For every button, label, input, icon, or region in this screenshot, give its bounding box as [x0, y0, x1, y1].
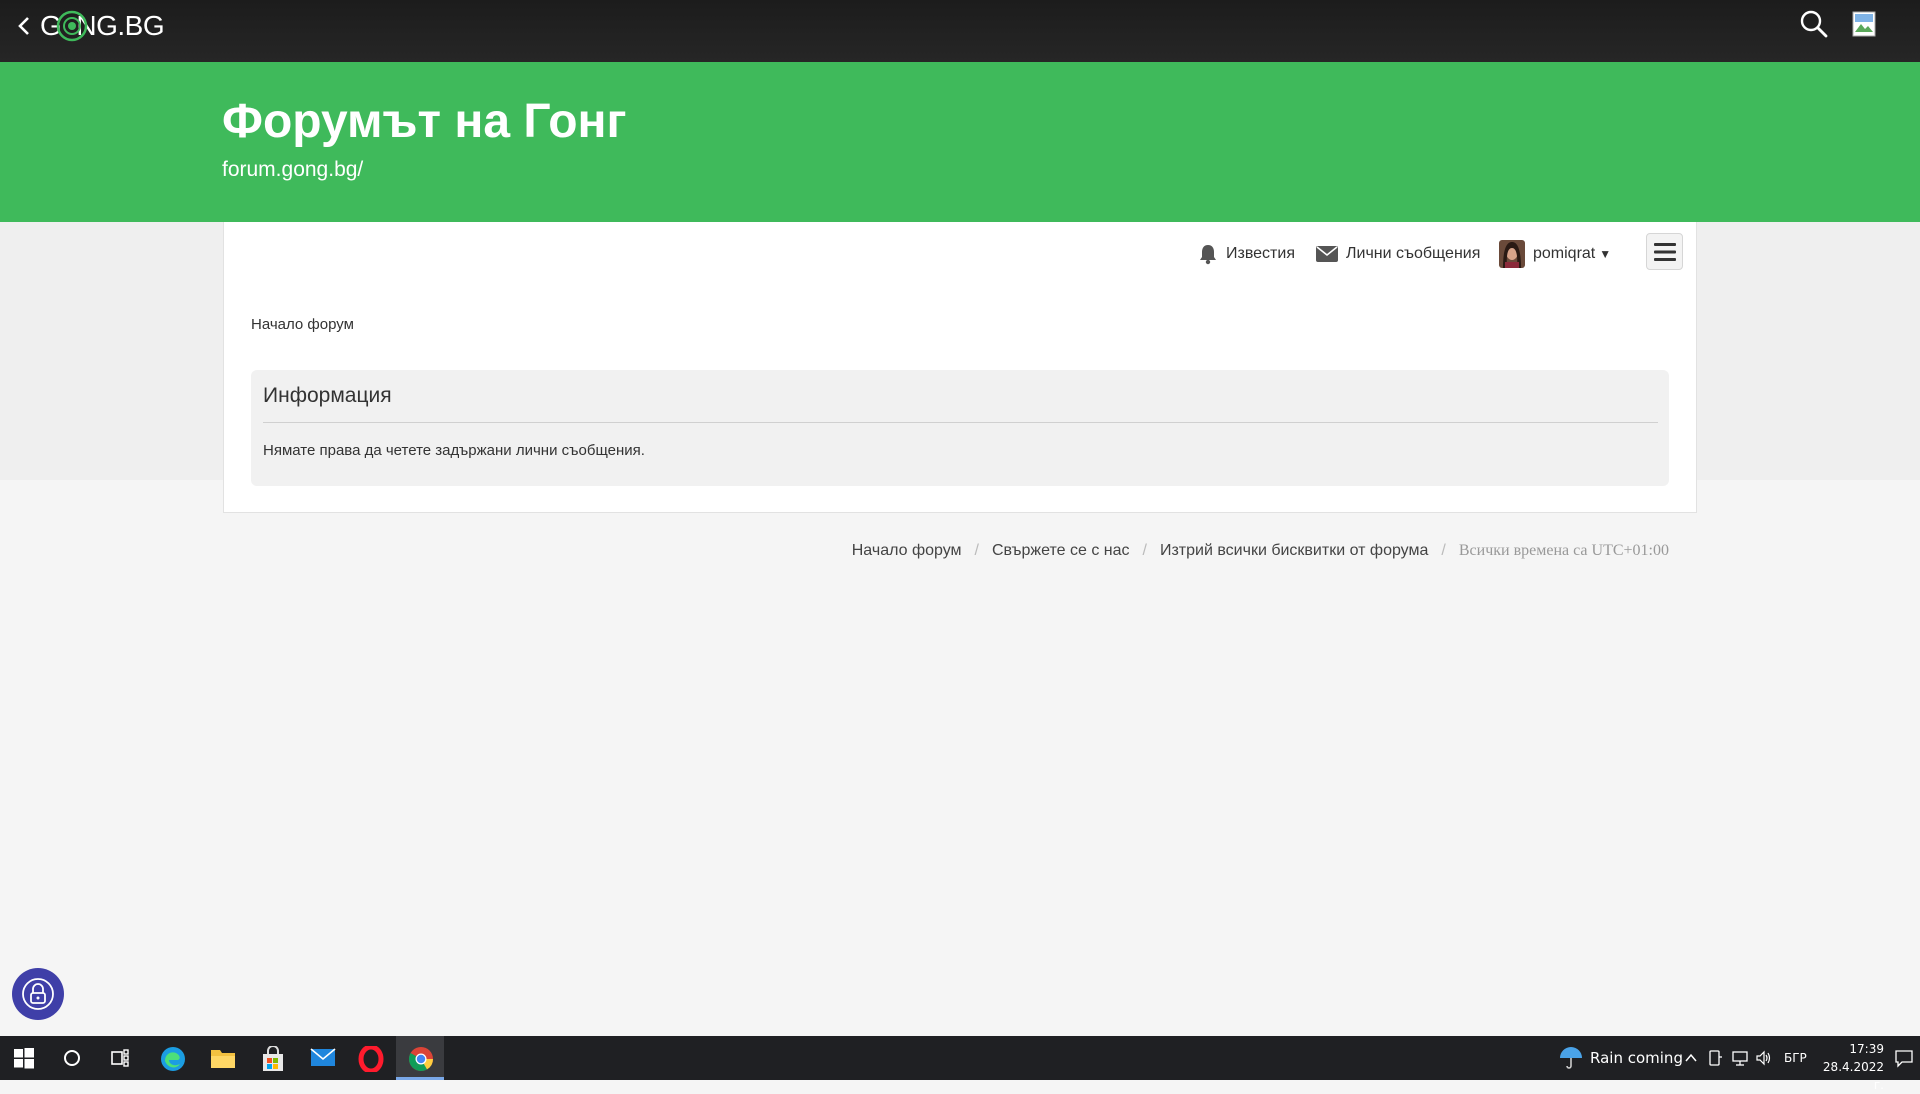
notifications-link[interactable]: Известия: [1198, 240, 1295, 268]
information-box: Информация Нямате права да четете задърж…: [251, 370, 1669, 486]
caret-down-icon: ▼: [1599, 247, 1612, 261]
broken-image-icon[interactable]: [1852, 11, 1876, 37]
store-bag-icon: [263, 1046, 283, 1071]
task-view-icon: [111, 1049, 129, 1067]
bell-icon: [1200, 245, 1216, 265]
gong-logo[interactable]: G oNG.BG: [40, 6, 165, 46]
start-button[interactable]: [0, 1036, 48, 1080]
information-divider: [263, 422, 1658, 423]
clock-time: 17:39: [1849, 1042, 1884, 1056]
opera-taskbar-button[interactable]: [346, 1036, 394, 1080]
forum-title[interactable]: Форумът на Гонг: [222, 94, 627, 150]
privacy-lock-button[interactable]: [12, 968, 64, 1020]
user-avatar: [1499, 240, 1525, 268]
mail-icon: [310, 1048, 336, 1066]
logo-suffix: NG.BG: [76, 10, 165, 41]
hamburger-icon: [1654, 243, 1676, 261]
footer-link-delete-cookies[interactable]: Изтрий всички бисквитки от форума: [1160, 542, 1428, 560]
device-icon[interactable]: [1707, 1049, 1723, 1067]
username-label: pomiqrat: [1533, 245, 1596, 262]
clock-date: 28.4.2022 г.: [1822, 1060, 1884, 1092]
windows-logo-icon: [14, 1048, 34, 1069]
information-message: Нямате права да четете задържани лични с…: [263, 442, 645, 459]
main-panel: Известия Лични съобщения pomiqrat ▼ Нача…: [223, 222, 1697, 513]
notifications-label: Известия: [1226, 245, 1295, 262]
file-explorer-button[interactable]: [198, 1036, 246, 1080]
cortana-circle-icon: [64, 1050, 80, 1066]
user-nav: Известия Лични съобщения pomiqrat ▼: [222, 222, 1696, 284]
logo-ring-icon: [57, 10, 88, 42]
system-clock[interactable]: 17:39 28.4.2022 г.: [1810, 1040, 1884, 1094]
search-taskbar-button[interactable]: [48, 1036, 96, 1080]
site-topbar: G oNG.BG: [0, 0, 1920, 62]
private-messages-label: Лични съобщения: [1346, 245, 1481, 262]
chrome-icon: [408, 1047, 433, 1072]
volume-icon[interactable]: [1755, 1049, 1773, 1067]
chevron-up-icon[interactable]: [1684, 1051, 1698, 1065]
input-language[interactable]: БГР: [1784, 1051, 1807, 1065]
footer-links: Начало форум / Свържете се с нас / Изтри…: [852, 542, 1669, 560]
network-icon[interactable]: [1731, 1049, 1749, 1067]
task-view-button[interactable]: [96, 1036, 144, 1080]
hamburger-menu-button[interactable]: [1646, 233, 1683, 270]
forum-url[interactable]: forum.gong.bg/: [222, 158, 363, 182]
back-chevron-icon[interactable]: [14, 14, 34, 38]
notification-center-icon[interactable]: [1894, 1048, 1914, 1068]
umbrella-icon[interactable]: [1558, 1045, 1584, 1071]
windows-taskbar: Rain coming БГР 17:39 28.4.2022 г.: [0, 1036, 1920, 1092]
store-taskbar-button[interactable]: [248, 1036, 296, 1080]
forum-header: Форумът на Гонг forum.gong.bg/: [0, 62, 1920, 222]
footer-timezone: Всички времена са UTC+01:00: [1458, 542, 1669, 559]
folder-icon: [211, 1050, 235, 1068]
opera-icon: [358, 1046, 384, 1072]
lock-icon: [22, 978, 54, 1010]
private-messages-link[interactable]: Лични съобщения: [1316, 240, 1480, 268]
weather-label[interactable]: Rain coming: [1590, 1049, 1683, 1067]
footer-separator: /: [1441, 542, 1446, 559]
footer-link-contact[interactable]: Свържете се с нас: [992, 542, 1130, 560]
mail-taskbar-button[interactable]: [298, 1036, 346, 1080]
footer-separator: /: [1142, 542, 1147, 559]
logo-o-ring: o: [57, 6, 88, 46]
search-icon[interactable]: [1799, 9, 1829, 39]
edge-taskbar-button[interactable]: [148, 1036, 196, 1080]
chrome-taskbar-button[interactable]: [396, 1036, 444, 1080]
user-menu[interactable]: pomiqrat ▼: [1499, 240, 1611, 268]
edge-icon: [161, 1047, 185, 1071]
information-title: Информация: [263, 384, 392, 407]
footer-separator: /: [974, 542, 979, 559]
envelope-icon: [1316, 246, 1338, 262]
breadcrumb-home[interactable]: Начало форум: [251, 316, 354, 333]
footer-link-home[interactable]: Начало форум: [852, 542, 962, 560]
